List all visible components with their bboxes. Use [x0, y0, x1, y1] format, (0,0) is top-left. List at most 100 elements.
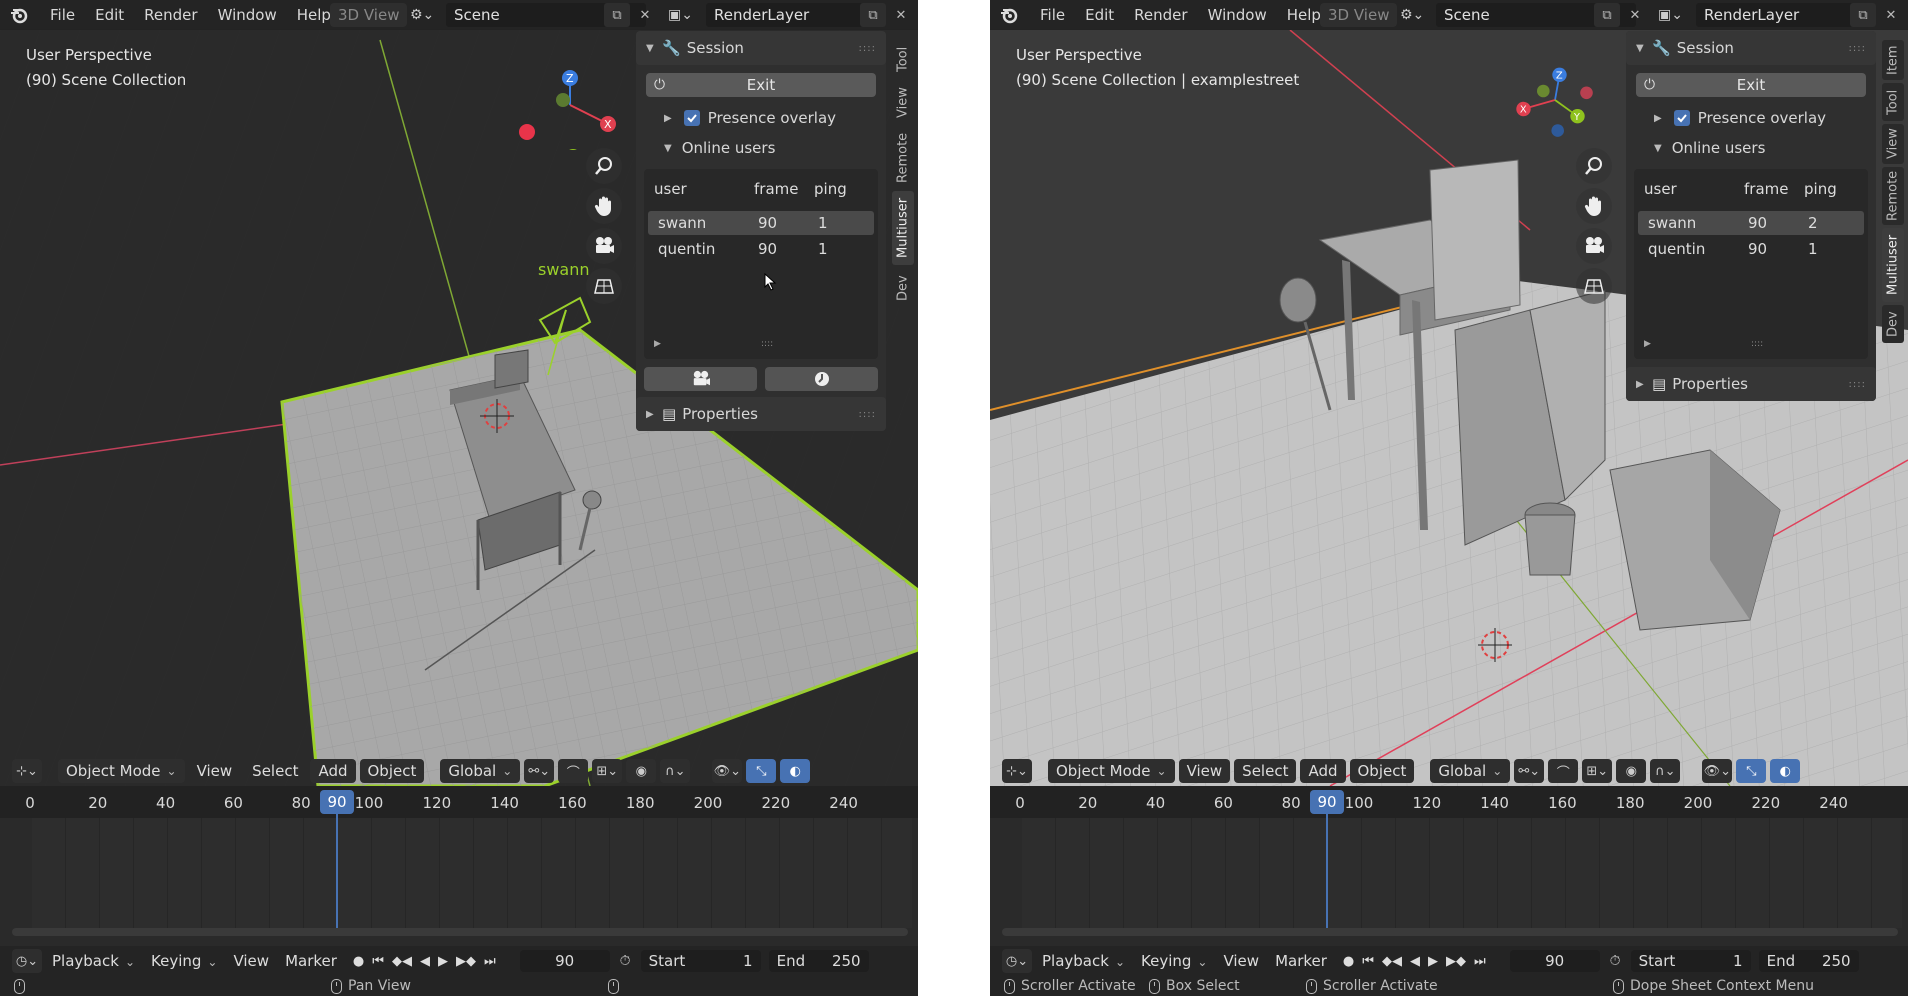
- stopwatch-icon[interactable]: ⏱: [620, 953, 631, 969]
- timeline-scrollbar[interactable]: [1002, 928, 1898, 936]
- object-mode-dropdown[interactable]: Object Mode: [58, 759, 185, 783]
- pivot-icon[interactable]: ⚯⌄: [524, 759, 555, 783]
- play-icon[interactable]: ▶: [438, 954, 448, 969]
- menu-window[interactable]: Window: [218, 6, 277, 24]
- scene-selector-icon[interactable]: ⚙⌄: [1400, 3, 1424, 27]
- tab-dev[interactable]: Dev: [1882, 305, 1904, 343]
- menu-view[interactable]: View: [1178, 759, 1231, 783]
- menu-file[interactable]: File: [1040, 6, 1065, 24]
- tab-tool[interactable]: Tool: [892, 40, 914, 78]
- presence-overlay-row[interactable]: ▶ Presence overlay: [1626, 103, 1876, 133]
- tab-multiuser[interactable]: Multiuser: [1882, 228, 1904, 302]
- list-resize-grip-icon[interactable]: ::::: [761, 339, 773, 349]
- menu-edit[interactable]: Edit: [95, 6, 124, 24]
- expand-arrow-icon[interactable]: ▶: [1654, 113, 1662, 124]
- user-row[interactable]: quentin 90 1: [1638, 237, 1864, 261]
- snap-icon[interactable]: ⌒: [558, 759, 589, 783]
- camera-view-icon[interactable]: [586, 228, 622, 264]
- new-scene-icon[interactable]: ⧉: [604, 3, 630, 27]
- stopwatch-icon[interactable]: ⏱: [1610, 953, 1621, 969]
- proportional-edit-icon[interactable]: ◉: [1616, 759, 1647, 783]
- next-keyframe-icon[interactable]: ▶◆: [1446, 954, 1466, 969]
- view-layer-icon[interactable]: ▣⌄: [1658, 3, 1683, 27]
- zoom-icon[interactable]: [1576, 148, 1612, 184]
- expand-arrow-icon[interactable]: ▶: [664, 113, 672, 124]
- jump-end-icon[interactable]: ⏭: [1474, 954, 1486, 969]
- session-panel-header[interactable]: ▼ 🔧 Session ::::: [1626, 31, 1876, 65]
- tab-item[interactable]: Item: [1882, 40, 1904, 80]
- jump-end-icon[interactable]: ⏭: [484, 954, 496, 969]
- zoom-icon[interactable]: [586, 148, 622, 184]
- menu-render[interactable]: Render: [144, 6, 197, 24]
- close-scene-icon[interactable]: ✕: [1622, 3, 1648, 27]
- drag-grip-icon[interactable]: ::::: [859, 409, 876, 420]
- prev-keyframe-icon[interactable]: ◆◀: [1382, 954, 1402, 969]
- menu-add[interactable]: Add: [1300, 759, 1346, 783]
- frame-ruler[interactable]: 0 20 40 60 80 100 120 140 160 180 200 220 240: [990, 786, 1908, 818]
- playhead[interactable]: [1326, 814, 1328, 928]
- menu-add[interactable]: Add: [310, 759, 356, 783]
- start-frame-field[interactable]: Start 1: [640, 950, 761, 972]
- exit-button[interactable]: ⏻ Exit: [646, 73, 876, 97]
- end-frame-field[interactable]: End 250: [1758, 950, 1859, 972]
- blender-logo-icon[interactable]: [998, 4, 1020, 26]
- render-layer-field[interactable]: RenderLayer: [1696, 3, 1876, 27]
- pan-hand-icon[interactable]: [586, 188, 622, 224]
- timeline-editor-icon[interactable]: ◷⌄: [1002, 949, 1032, 973]
- object-mode-dropdown[interactable]: Object Mode: [1048, 759, 1175, 783]
- list-expand-icon[interactable]: ▶: [1644, 339, 1651, 349]
- menu-window[interactable]: Window: [1208, 6, 1267, 24]
- gizmo-toggle-icon[interactable]: ⤡: [746, 759, 777, 783]
- new-layer-icon[interactable]: ⧉: [860, 3, 886, 27]
- snap-increment-icon[interactable]: ⊞⌄: [592, 759, 623, 783]
- ortho-grid-icon[interactable]: [586, 268, 622, 304]
- menu-object[interactable]: Object: [359, 759, 425, 783]
- menu-file[interactable]: File: [50, 6, 75, 24]
- online-users-row[interactable]: ▼ Online users: [1626, 133, 1876, 163]
- proportional-edit-icon[interactable]: ◉: [626, 759, 657, 783]
- play-icon[interactable]: ▶: [1428, 954, 1438, 969]
- current-frame-marker[interactable]: 90: [320, 790, 354, 814]
- tab-view[interactable]: View: [1882, 124, 1904, 164]
- start-frame-field[interactable]: Start 1: [1630, 950, 1751, 972]
- timeline-view-menu[interactable]: View: [1223, 952, 1259, 970]
- orientation-dropdown[interactable]: Global: [1430, 759, 1511, 783]
- presence-overlay-row[interactable]: ▶ Presence overlay: [636, 103, 886, 133]
- tab-view[interactable]: View: [892, 81, 914, 125]
- jump-start-icon[interactable]: ⏮: [372, 954, 384, 969]
- properties-panel-header[interactable]: ▶ ▤ Properties ::::: [1626, 367, 1876, 401]
- drag-grip-icon[interactable]: ::::: [1849, 43, 1866, 54]
- online-users-row[interactable]: ▼ Online users: [636, 133, 886, 163]
- menu-select[interactable]: Select: [1234, 759, 1297, 783]
- user-row[interactable]: swann 90 2: [1638, 211, 1864, 235]
- list-resize-grip-icon[interactable]: ::::: [1751, 339, 1763, 349]
- blender-logo-icon[interactable]: [8, 4, 30, 26]
- list-expand-icon[interactable]: ▶: [654, 339, 661, 349]
- overlays-toggle-icon[interactable]: ◐: [1770, 759, 1801, 783]
- menu-select[interactable]: Select: [244, 759, 306, 783]
- new-layer-icon[interactable]: ⧉: [1850, 3, 1876, 27]
- next-keyframe-icon[interactable]: ▶◆: [456, 954, 476, 969]
- camera-view-icon[interactable]: [1576, 228, 1612, 264]
- timeline-editor[interactable]: 0 20 40 60 80 100 120 140 160 180 200 220 240 90: [990, 786, 1908, 946]
- playback-menu[interactable]: Playback: [1042, 952, 1125, 970]
- collapse-arrow-icon[interactable]: ▼: [664, 143, 672, 154]
- frame-ruler[interactable]: 0 20 40 60 80 100 120 140 160 180 200 220 240: [0, 786, 918, 818]
- menu-object[interactable]: Object: [1349, 759, 1415, 783]
- menu-view[interactable]: View: [189, 759, 241, 783]
- ortho-grid-icon[interactable]: [1576, 268, 1612, 304]
- jump-start-icon[interactable]: ⏮: [1362, 954, 1374, 969]
- tab-multiuser[interactable]: Multiuser: [892, 191, 914, 265]
- new-scene-icon[interactable]: ⧉: [1594, 3, 1620, 27]
- snap-time-button[interactable]: [765, 367, 878, 391]
- current-frame-marker[interactable]: 90: [1310, 790, 1344, 814]
- timeline-view-menu[interactable]: View: [233, 952, 269, 970]
- pivot-icon[interactable]: ⚯⌄: [1514, 759, 1545, 783]
- tab-dev[interactable]: Dev: [892, 268, 914, 308]
- keying-menu[interactable]: Keying: [151, 952, 217, 970]
- current-frame-field[interactable]: 90: [519, 950, 610, 972]
- tab-tool[interactable]: Tool: [1882, 83, 1904, 121]
- workspace-tab-3d-view[interactable]: 3D View: [330, 3, 408, 27]
- render-layer-field[interactable]: RenderLayer: [706, 3, 886, 27]
- record-icon[interactable]: ●: [1343, 954, 1354, 969]
